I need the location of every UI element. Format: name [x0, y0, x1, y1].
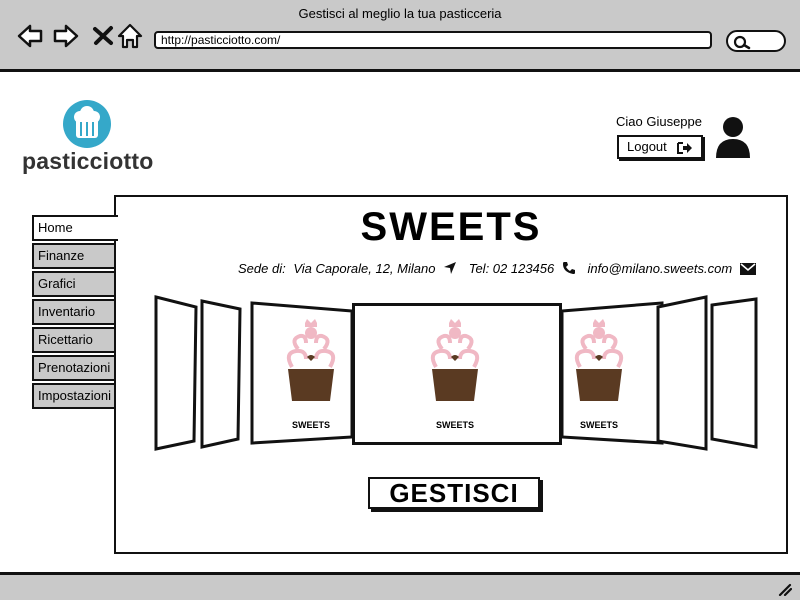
cupcake-icon [430, 319, 480, 401]
sidebar-item-inventario[interactable]: Inventario [32, 299, 116, 325]
sidebar-item-prenotazioni[interactable]: Prenotazioni [32, 355, 116, 381]
back-arrow-icon[interactable] [16, 22, 44, 50]
logout-label: Logout [627, 139, 667, 154]
sidebar-item-home[interactable]: Home [32, 215, 118, 241]
logo [63, 100, 111, 148]
email-text: info@milano.sweets.com [587, 261, 733, 276]
search-icon [733, 35, 751, 50]
sign-out-icon [677, 142, 692, 154]
carousel-card-right-far[interactable] [656, 293, 760, 453]
phone-icon [562, 262, 575, 274]
cupcake-logo-center: SWEETS [420, 319, 490, 430]
forward-arrow-icon[interactable] [52, 22, 80, 50]
carousel-card-left-far[interactable] [152, 293, 242, 453]
address-text: Via Caporale, 12, Milano [293, 261, 436, 276]
search-field[interactable] [726, 30, 786, 52]
sede-label: Sede di: [238, 261, 286, 276]
sidebar-item-grafici[interactable]: Grafici [32, 271, 116, 297]
home-icon[interactable] [116, 22, 144, 50]
cupcake-icon [286, 319, 336, 401]
sidebar-item-ricettario[interactable]: Ricettario [32, 327, 116, 353]
resize-grip-icon[interactable] [776, 582, 792, 596]
contact-info: Sede di: Via Caporale, 12, Milano Tel: 0… [238, 261, 764, 276]
cupcake-logo-right: SWEETS [564, 319, 634, 430]
status-bar [0, 572, 800, 600]
cupcake-label: SWEETS [579, 420, 618, 430]
cupcake-label: SWEETS [435, 420, 474, 430]
logout-button[interactable]: Logout [617, 135, 703, 159]
browser-toolbar: Gestisci al meglio la tua pasticceria ht… [0, 0, 800, 72]
user-avatar-icon[interactable] [714, 115, 752, 159]
chef-hat-utensils-icon [74, 106, 100, 138]
page-title: SWEETS [360, 205, 542, 249]
location-arrow-icon [444, 262, 457, 274]
cupcake-label: SWEETS [291, 420, 330, 430]
sidebar-item-impostazioni[interactable]: Impostazioni [32, 383, 116, 409]
sidebar-item-finanze[interactable]: Finanze [32, 243, 116, 269]
cupcake-logo-left: SWEETS [276, 319, 346, 430]
cupcake-icon [574, 319, 624, 401]
close-x-icon[interactable] [90, 22, 118, 50]
envelope-icon [739, 263, 756, 275]
phone-text: Tel: 02 123456 [468, 261, 555, 276]
user-greeting: Ciao Giuseppe [616, 114, 702, 129]
main-content-panel: SWEETS Sede di: Via Caporale, 12, Milano… [114, 195, 788, 554]
url-field[interactable]: http://pasticciotto.com/ [154, 31, 712, 49]
window-title: Gestisci al meglio la tua pasticceria [298, 6, 502, 21]
brand-name: pasticciotto [22, 148, 154, 174]
gestisci-button[interactable]: GESTISCI [368, 477, 540, 509]
